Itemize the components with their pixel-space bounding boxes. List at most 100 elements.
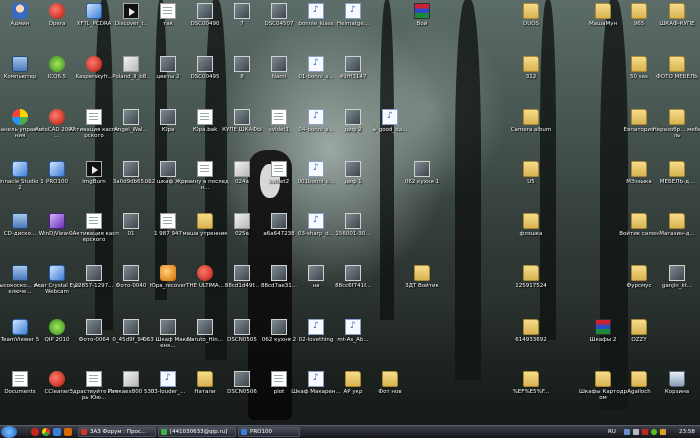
folder-icon xyxy=(523,56,539,72)
tray-network-icon[interactable] xyxy=(624,429,630,435)
folder-icon xyxy=(523,265,539,281)
desktop-icon-label: DUOS xyxy=(522,21,540,27)
desktop-icon[interactable]: a_good_da... xyxy=(373,108,407,148)
language-indicator[interactable]: RU xyxy=(608,427,616,437)
desktop-icon-label: ФОТО МЕБЕЛЬ xyxy=(656,74,698,80)
desktop-icon[interactable]: Agalloch xyxy=(622,370,656,410)
quicklaunch-media-icon[interactable] xyxy=(64,428,72,436)
orange-icon xyxy=(160,265,176,281)
img-icon xyxy=(160,109,176,125)
img-icon xyxy=(345,213,361,229)
pc-icon xyxy=(12,265,28,281)
desktop-icon[interactable]: ШКАФ-КУПЕ xyxy=(659,2,695,42)
rar-icon xyxy=(414,3,430,19)
desktop-icon[interactable]: OZZY xyxy=(622,318,656,358)
desktop-icon[interactable]: ФОТО МЕБЕЛЬ xyxy=(656,55,698,95)
pc-icon xyxy=(12,213,28,229)
desktop-icon[interactable]: ganjin_kt... xyxy=(660,264,694,304)
img-icon xyxy=(123,109,139,125)
app-icon xyxy=(49,265,65,281)
quicklaunch-chrome-icon[interactable] xyxy=(42,428,50,436)
desktop-icon[interactable]: mt-As_Ab... xyxy=(336,318,370,358)
folder-icon xyxy=(669,109,685,125)
desktop-icon-label: Heimatge... xyxy=(336,21,370,27)
desktop-icon[interactable]: Магазин-д... xyxy=(659,212,695,252)
desktop-icon-label: Магазин-д... xyxy=(659,231,695,237)
desktop-icon-label: Camera album xyxy=(510,127,552,133)
folder-icon xyxy=(631,265,647,281)
img-icon xyxy=(271,56,287,72)
task-browser-icon xyxy=(81,429,87,435)
desktop-icon[interactable]: МЕБЕЛЬ-д... xyxy=(660,160,694,200)
desktop-icon[interactable]: 614933692 xyxy=(514,318,548,358)
folder-icon xyxy=(382,371,398,387)
doc-icon xyxy=(86,213,102,229)
doc-icon xyxy=(197,109,213,125)
folder-icon xyxy=(631,109,647,125)
green-icon xyxy=(49,319,65,335)
task-qip-icon xyxy=(161,429,167,435)
folder-icon xyxy=(523,213,539,229)
desktop-icon[interactable]: Camera album xyxy=(511,108,551,148)
img-icon xyxy=(271,3,287,19)
img-icon xyxy=(123,319,139,335)
desktop-icon[interactable]: Вой xyxy=(405,2,439,42)
quicklaunch-opera-icon[interactable] xyxy=(31,428,39,436)
desktop-icon[interactable]: U5 xyxy=(514,160,548,200)
tray-antivirus-icon[interactable] xyxy=(642,429,648,435)
doc-icon xyxy=(271,109,287,125)
quicklaunch-app-icon[interactable] xyxy=(53,428,61,436)
desktop-icon[interactable]: 156001-30... xyxy=(335,212,371,252)
desktop-icon[interactable]: 49fff3147 xyxy=(336,55,370,95)
desktop-icon[interactable]: Heimatge... xyxy=(336,2,370,42)
folder-icon xyxy=(414,265,430,281)
desktop-icon[interactable]: 3ДТ Войтик xyxy=(405,264,439,304)
img-light-icon xyxy=(234,161,250,177)
tray-icq-icon[interactable] xyxy=(651,429,657,435)
folder-icon xyxy=(595,371,611,387)
desktop-icon[interactable]: 50 sas xyxy=(622,55,656,95)
desktop-icon[interactable]: 312 xyxy=(514,55,548,95)
wallpaper-tree xyxy=(155,0,167,300)
folder-icon xyxy=(523,371,539,387)
img-icon xyxy=(234,265,250,281)
red-icon xyxy=(49,3,65,19)
desktop-icon[interactable]: флэшка xyxy=(514,212,548,252)
tray-update-icon[interactable] xyxy=(660,429,666,435)
folder-icon xyxy=(595,3,611,19)
desktop-icon[interactable]: Корзина xyxy=(660,370,694,410)
folder-icon xyxy=(631,3,647,19)
taskbar-task-pro100[interactable]: PRO100 xyxy=(238,427,300,437)
app-icon xyxy=(49,161,65,177)
doc-icon xyxy=(271,371,287,387)
taskbar-task-forum[interactable]: 3A3 Форум : Прос... xyxy=(78,427,156,437)
desktop-icon[interactable]: Фурсмус xyxy=(622,264,656,304)
doc-icon xyxy=(197,161,213,177)
tray-volume-icon[interactable] xyxy=(633,429,639,435)
desktop-icon[interactable]: 125917524 xyxy=(514,264,548,304)
desktop-icon[interactable]: МЭззыка xyxy=(622,160,656,200)
img-icon xyxy=(271,265,287,281)
desktop-icon[interactable]: диф 1 xyxy=(336,160,370,200)
desktop-icon[interactable]: Неразобр... мебель xyxy=(653,108,700,148)
red-icon xyxy=(197,265,213,281)
clock[interactable]: 23:58 xyxy=(679,427,695,437)
desktop-icon[interactable]: DUOS xyxy=(514,2,548,42)
desktop-icon-label: Вой xyxy=(416,21,428,27)
taskbar-task-qip[interactable]: [441030633@qip.ru] xyxy=(158,427,236,437)
desktop-icon[interactable]: %EF%E5%F... xyxy=(513,370,549,410)
desktop-icon[interactable]: Фот нов xyxy=(373,370,407,410)
desktop-icon-label: 49fff3147 xyxy=(339,74,367,80)
desktop-icon[interactable]: 88cc6f741f... xyxy=(335,264,371,304)
img-icon xyxy=(345,265,361,281)
desktop-icon-label: 312 xyxy=(525,74,537,80)
desktop-icon[interactable]: 965 xyxy=(622,2,656,42)
desktop-icon[interactable]: Войтик салон xyxy=(619,212,659,252)
red-icon xyxy=(86,56,102,72)
desktop-icon[interactable]: Евпатория xyxy=(622,108,656,148)
img-icon xyxy=(234,56,250,72)
doc-icon xyxy=(160,3,176,19)
start-button[interactable] xyxy=(1,426,17,438)
desktop-icon[interactable]: 062 кухня 1 xyxy=(405,160,439,200)
desktop-icon-label: 3ДТ Войтик xyxy=(405,283,439,289)
